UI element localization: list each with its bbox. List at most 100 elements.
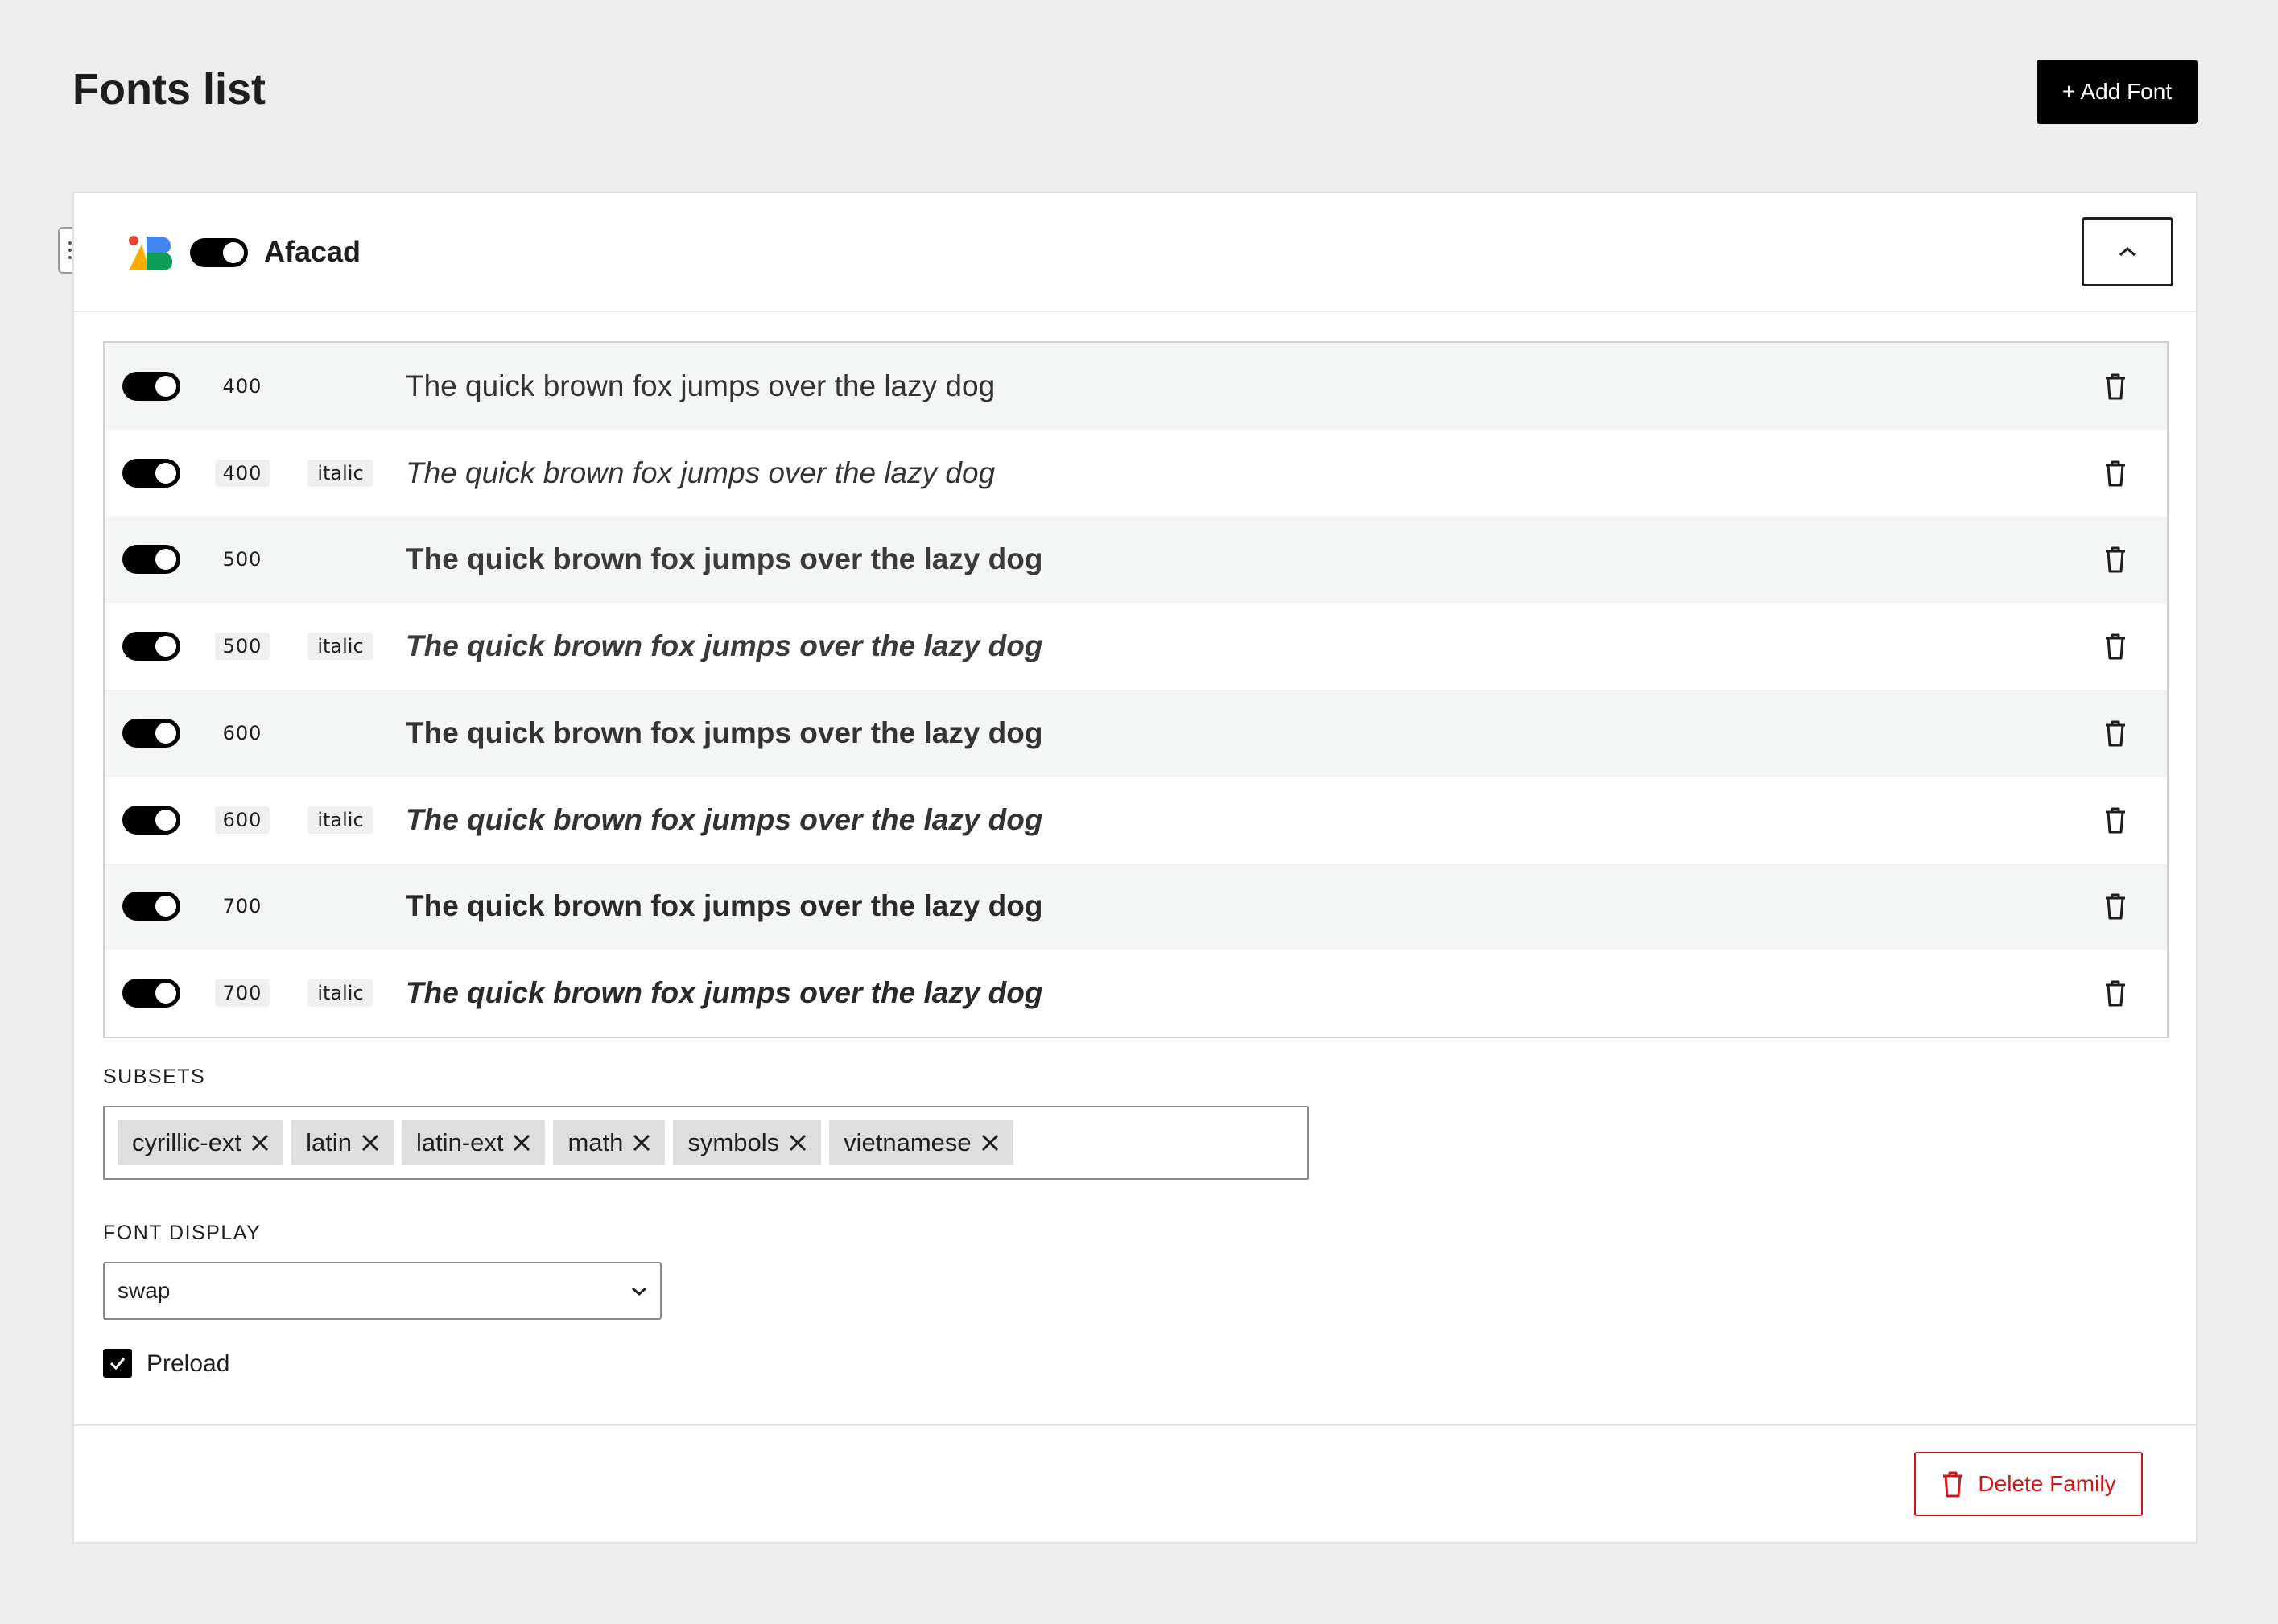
variant-row: 600 The quick brown fox jumps over the l… [105,690,2167,777]
delete-variant-button[interactable] [2099,804,2131,836]
trash-icon [2106,546,2125,573]
variant-preview: The quick brown fox jumps over the lazy … [406,889,1043,923]
checkmark-icon [109,1358,126,1371]
weight-badge: 500 [222,548,262,571]
subset-token: latin [291,1120,394,1165]
family-name: Afacad [264,235,361,268]
delete-variant-button[interactable] [2099,457,2131,489]
google-fonts-logo-icon [129,236,172,270]
font-display-label: FONT DISPLAY [103,1222,262,1244]
subset-token: symbols [673,1120,822,1165]
style-badge: italic [307,633,373,661]
variant-preview: The quick brown fox jumps over the lazy … [406,542,1043,576]
variant-row: 400 The quick brown fox jumps over the l… [105,343,2167,430]
variant-row: 400 italic The quick brown fox jumps ove… [105,430,2167,517]
chevron-down-icon [632,1287,646,1296]
font-display-select[interactable]: swap [103,1262,662,1320]
weight-badge: 600 [215,806,270,834]
trash-icon [2106,373,2125,400]
variant-preview: The quick brown fox jumps over the lazy … [406,715,1043,749]
remove-subset-button[interactable] [250,1132,270,1153]
variant-toggle[interactable] [122,371,180,401]
chevron-up-icon [2119,246,2136,257]
trash-icon [2106,807,2125,834]
variant-toggle[interactable] [122,718,180,748]
variant-preview: The quick brown fox jumps over the lazy … [406,369,996,402]
style-badge: italic [307,979,373,1008]
variant-preview: The quick brown fox jumps over the lazy … [406,976,1043,1010]
subset-token: vietnamese [829,1120,1013,1165]
delete-variant-button[interactable] [2099,890,2131,922]
trash-icon [1943,1471,1963,1498]
delete-variant-button[interactable] [2099,543,2131,575]
subset-token-label: vietnamese [844,1128,972,1156]
close-icon [514,1134,530,1152]
close-icon [252,1134,269,1152]
add-font-button[interactable]: + Add Font [2037,60,2198,124]
weight-badge: 400 [222,374,262,398]
weight-badge: 700 [222,895,262,918]
trash-icon [2106,893,2125,920]
page-header: Fonts list + Add Font [72,58,2198,124]
variants-table: 400 The quick brown fox jumps over the l… [103,341,2169,1038]
subset-token-label: cyrillic-ext [132,1128,242,1156]
trash-icon [2106,720,2125,747]
subsets-label: SUBSETS [103,1065,206,1088]
variant-toggle[interactable] [122,545,180,575]
remove-subset-button[interactable] [787,1132,808,1153]
footer-divider [74,1424,2196,1426]
delete-variant-button[interactable] [2099,717,2131,749]
collapse-button[interactable] [2082,217,2173,286]
variant-toggle[interactable] [122,632,180,662]
variant-row: 600 italic The quick brown fox jumps ove… [105,777,2167,864]
remove-subset-button[interactable] [360,1132,381,1153]
family-enable-toggle[interactable] [190,238,248,267]
font-family-panel: Afacad 400 The quick brown fox jumps ove… [72,192,2198,1544]
close-icon [981,1134,998,1152]
delete-family-button[interactable]: Delete Family [1914,1452,2143,1516]
variant-preview: The quick brown fox jumps over the lazy … [406,629,1043,663]
preload-label: Preload [147,1350,230,1377]
delete-variant-button[interactable] [2099,630,2131,662]
variant-row: 500 The quick brown fox jumps over the l… [105,516,2167,604]
style-badge: italic [307,459,373,487]
close-icon [361,1134,378,1152]
close-icon [790,1134,807,1152]
trash-icon [2106,980,2125,1007]
variant-preview: The quick brown fox jumps over the lazy … [406,455,996,489]
variant-row: 700 The quick brown fox jumps over the l… [105,863,2167,950]
remove-subset-button[interactable] [631,1132,652,1153]
subset-token: cyrillic-ext [118,1120,284,1165]
subset-token-label: latin-ext [415,1128,504,1156]
page-title: Fonts list [72,65,266,113]
style-badge: italic [307,806,373,834]
subset-token-label: latin [306,1128,352,1156]
delete-family-label: Delete Family [1978,1471,2116,1496]
subset-token-label: symbols [687,1128,780,1156]
weight-badge: 700 [215,979,270,1008]
variant-row: 500 italic The quick brown fox jumps ove… [105,603,2167,690]
subset-token: latin-ext [401,1120,546,1165]
variant-toggle[interactable] [122,979,180,1008]
variant-toggle[interactable] [122,892,180,921]
subsets-token-field[interactable]: cyrillic-ext latin latin-ext math symbol… [103,1106,1309,1180]
family-header: Afacad [74,193,2196,312]
variant-preview: The quick brown fox jumps over the lazy … [406,802,1043,836]
weight-badge: 600 [222,721,262,744]
delete-variant-button[interactable] [2099,977,2131,1009]
variant-toggle[interactable] [122,458,180,488]
subset-token: math [553,1120,666,1165]
remove-subset-button[interactable] [980,1132,1001,1153]
variant-row: 700 italic The quick brown fox jumps ove… [105,950,2167,1037]
weight-badge: 400 [215,459,270,487]
trash-icon [2106,633,2125,660]
remove-subset-button[interactable] [511,1132,532,1153]
delete-variant-button[interactable] [2099,370,2131,402]
close-icon [633,1134,650,1152]
font-display-value: swap [118,1278,171,1303]
variant-toggle[interactable] [122,805,180,835]
preload-checkbox[interactable] [103,1349,132,1378]
trash-icon [2106,460,2125,487]
weight-badge: 500 [215,633,270,661]
subset-token-label: math [567,1128,624,1156]
